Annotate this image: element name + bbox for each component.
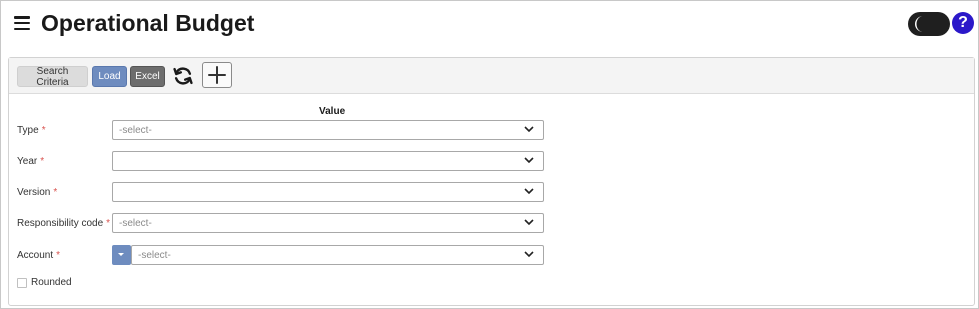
dark-mode-toggle[interactable] [908, 12, 950, 36]
account-label: Account * [17, 250, 61, 261]
account-select[interactable]: -select- [131, 245, 544, 265]
rounded-label: Rounded [31, 277, 72, 288]
responsibility-code-select[interactable]: -select- [112, 213, 544, 233]
search-criteria-button[interactable]: Search Criteria [17, 66, 88, 88]
required-marker: * [53, 187, 58, 198]
chevron-down-icon [524, 188, 534, 195]
type-label: Type * [17, 125, 46, 136]
type-select[interactable]: -select- [112, 120, 544, 140]
value-column-header: Value [319, 106, 346, 117]
chevron-down-icon [524, 251, 534, 258]
required-marker: * [106, 218, 111, 229]
search-panel: Search Criteria Load Excel Value Type * -… [8, 57, 975, 306]
responsibility-code-select-value: -select- [119, 218, 152, 229]
year-select[interactable] [112, 151, 544, 171]
excel-button[interactable]: Excel [130, 66, 165, 87]
rounded-checkbox[interactable] [17, 278, 27, 288]
refresh-icon[interactable] [172, 65, 194, 87]
version-select[interactable] [112, 182, 544, 202]
required-marker: * [40, 156, 45, 167]
chevron-down-icon [524, 219, 534, 226]
required-marker: * [56, 250, 61, 261]
moon-icon [915, 16, 923, 32]
plus-icon [208, 66, 226, 84]
app-window: Operational Budget ? Search Criteria Loa… [0, 0, 979, 309]
account-options-button[interactable] [112, 245, 131, 265]
year-label: Year * [17, 156, 45, 167]
version-label: Version * [17, 187, 58, 198]
load-button[interactable]: Load [92, 66, 127, 87]
add-button[interactable] [202, 62, 232, 88]
menu-icon[interactable] [14, 15, 30, 31]
caret-down-icon [118, 253, 124, 256]
page-title: Operational Budget [41, 10, 255, 36]
toolbar: Search Criteria Load Excel [9, 58, 974, 94]
responsibility-code-label: Responsibility code * [17, 218, 111, 229]
type-select-value: -select- [119, 125, 152, 136]
chevron-down-icon [524, 126, 534, 133]
help-icon[interactable]: ? [952, 12, 974, 34]
chevron-down-icon [524, 157, 534, 164]
account-select-value: -select- [138, 250, 171, 261]
required-marker: * [41, 125, 46, 136]
